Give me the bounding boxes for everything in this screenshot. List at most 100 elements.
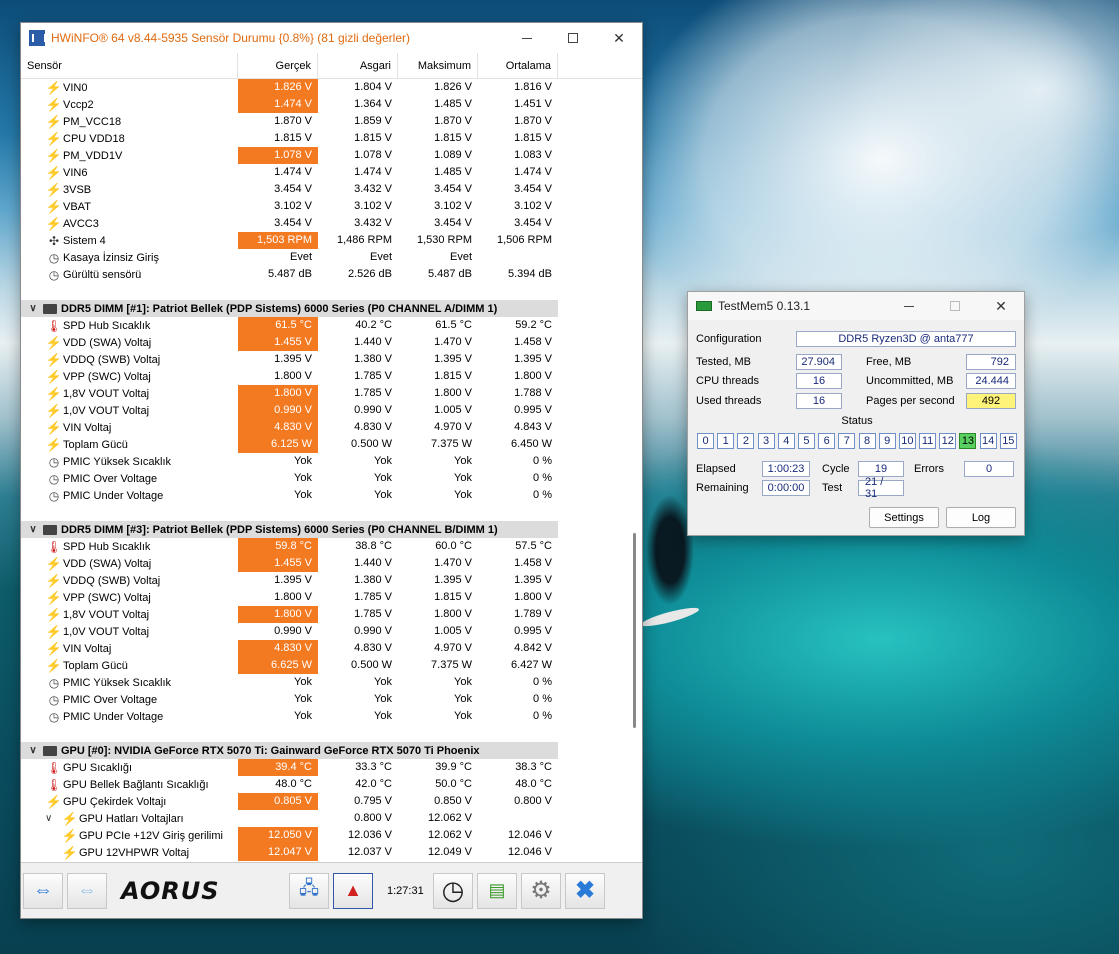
- sensor-name-cell: ⚡ VDDQ (SWB) Voltaj: [21, 353, 238, 367]
- uncommitted-label: Uncommitted, MB: [866, 375, 954, 387]
- sensor-row[interactable]: ◷ PMIC Over Voltage Yok Yok Yok 0 %: [21, 691, 642, 708]
- sensor-row[interactable]: ⚡ 1,0V VOUT Voltaj 0.990 V 0.990 V 1.005 V 0.…: [21, 402, 642, 419]
- sensor-group-header[interactable]: ∨ DDR5 DIMM [#3]: Patriot Bellek (PDP Sis…: [21, 521, 558, 538]
- sensor-row[interactable]: ⚡ Vccp2 1.474 V 1.364 V 1.485 V 1.451 V: [21, 96, 642, 113]
- sensor-row[interactable]: ⚡ VPP (SWC) Voltaj 1.800 V 1.785 V 1.815 V 1.…: [21, 368, 642, 385]
- sensor-row[interactable]: ⚡ Toplam Gücü 6.125 W 0.500 W 7.375 W 6.450 W: [21, 436, 642, 453]
- sensor-row[interactable]: ◷ Kasaya İzinsiz Giriş Evet Evet Evet: [21, 249, 642, 266]
- sensor-row[interactable]: ◷ PMIC Yüksek Sıcaklık Yok Yok Yok 0 %: [21, 674, 642, 691]
- sensor-row[interactable]: ⚡ VBAT 3.102 V 3.102 V 3.102 V 3.102 V: [21, 198, 642, 215]
- expand-all-button[interactable]: ⇔: [23, 872, 63, 909]
- sensor-row[interactable]: ⚡ CPU VDD18 1.815 V 1.815 V 1.815 V 1.815 V: [21, 130, 642, 147]
- tm-minimize-button[interactable]: [886, 292, 932, 320]
- sensor-table[interactable]: Sensör Gerçek Asgari Maksimum Ortalama ⚡…: [21, 53, 642, 863]
- vertical-scrollbar[interactable]: [633, 533, 636, 728]
- testmem-titlebar[interactable]: TestMem5 0.13.1 ✕: [688, 292, 1024, 320]
- lightning-icon: ⚡: [45, 420, 63, 435]
- sensor-row[interactable]: ✣ Sistem 4 1,503 RPM 1,486 RPM 1,530 RPM 1,50…: [21, 232, 642, 249]
- add-report-button[interactable]: ▤: [477, 872, 517, 909]
- sensor-row[interactable]: ⚡ VIN Voltaj 4.830 V 4.830 V 4.970 V 4.842 V: [21, 640, 642, 657]
- close-button[interactable]: ✕: [596, 23, 642, 53]
- sensor-row[interactable]: ⚡ PM_VCC18 1.870 V 1.859 V 1.870 V 1.870 V: [21, 113, 642, 130]
- sensor-min-value: Yok: [374, 455, 392, 467]
- sensor-row[interactable]: ∨ ⚡ GPU Hatları Voltajları 0.800 V 12.062 V: [21, 810, 642, 827]
- sensor-label: PM_VCC18: [63, 115, 122, 128]
- tm-maximize-button[interactable]: [932, 292, 978, 320]
- sensor-avg-value: 0 %: [533, 710, 552, 722]
- sensor-group-header[interactable]: ∨ DDR5 DIMM [#1]: Patriot Bellek (PDP Sis…: [21, 300, 558, 317]
- sensor-max-value: 1.815 V: [434, 370, 472, 382]
- network-button[interactable]: 🖧: [289, 872, 329, 909]
- sensor-row[interactable]: ⚡ VDDQ (SWB) Voltaj 1.395 V 1.380 V 1.395 V 1…: [21, 351, 642, 368]
- chevron-down-icon[interactable]: ∨: [45, 813, 59, 824]
- column-header-minimum[interactable]: Asgari: [318, 53, 398, 78]
- sensor-row[interactable]: ⚡ VDDQ (SWB) Voltaj 1.395 V 1.380 V 1.395 V 1…: [21, 572, 642, 589]
- clock-icon: ◷: [48, 692, 60, 707]
- collapse-all-button[interactable]: ⇔: [67, 872, 107, 909]
- thread-cell: 11: [919, 433, 937, 449]
- reset-timer-button[interactable]: ◷: [433, 872, 473, 909]
- column-header-sensor[interactable]: Sensör: [21, 53, 238, 78]
- sensor-name-cell: ⚡ VPP (SWC) Voltaj: [21, 370, 238, 384]
- hwinfo-titlebar[interactable]: HWiNFO® 64 v8.44-5935 Sensör Durumu {0.8…: [21, 23, 642, 53]
- sensor-avg-value: 1.816 V: [514, 81, 552, 93]
- sensor-row[interactable]: ◷ PMIC Under Voltage Yok Yok Yok 0 %: [21, 708, 642, 725]
- sensor-name-cell: 🌡 GPU Sıcaklığı: [21, 761, 238, 775]
- sensor-label: GPU Bellek Bağlantı Sıcaklığı: [63, 778, 209, 791]
- hwinfo-window[interactable]: HWiNFO® 64 v8.44-5935 Sensör Durumu {0.8…: [20, 22, 643, 919]
- sensor-row[interactable]: ⚡ GPU PCIe +12V Giriş gerilimi 12.050 V 12.…: [21, 827, 642, 844]
- sensor-row[interactable]: ⚡ AVCC3 3.454 V 3.432 V 3.454 V 3.454 V: [21, 215, 642, 232]
- sensor-row[interactable]: ◷ Gürültü sensörü 5.487 dB 2.526 dB 5.487 dB…: [21, 266, 642, 283]
- sensor-row[interactable]: 🌡 GPU Bellek Bağlantı Sıcaklığı 48.0 °C 42.…: [21, 776, 642, 793]
- sensor-row[interactable]: ⚡ 1,0V VOUT Voltaj 0.990 V 0.990 V 1.005 V 0.…: [21, 623, 642, 640]
- sensor-group-header[interactable]: ∨ GPU [#0]: NVIDIA GeForce RTX 5070 Ti: G…: [21, 742, 558, 759]
- sensor-row[interactable]: ⚡ 1,8V VOUT Voltaj 1.800 V 1.785 V 1.800 V 1.…: [21, 606, 642, 623]
- sensor-avg-value: 1.458 V: [514, 557, 552, 569]
- exit-button[interactable]: ✖: [565, 872, 605, 909]
- cpu-threads-label: CPU threads: [696, 375, 759, 387]
- sensor-label: VIN Voltaj: [63, 421, 112, 434]
- sensor-row[interactable]: ⚡ 3VSB 3.454 V 3.432 V 3.454 V 3.454 V: [21, 181, 642, 198]
- chevron-down-icon[interactable]: ∨: [25, 524, 41, 535]
- sensor-row[interactable]: ⚡ GPU 12VHPWR Voltaj 12.047 V 12.037 V 12.04…: [21, 844, 642, 861]
- sensor-row[interactable]: 🌡 SPD Hub Sıcaklık 59.8 °C 38.8 °C 60.0 °C 57…: [21, 538, 642, 555]
- column-header-average[interactable]: Ortalama: [478, 53, 558, 78]
- sensor-row[interactable]: ⚡ VIN6 1.474 V 1.474 V 1.485 V 1.474 V: [21, 164, 642, 181]
- minimize-button[interactable]: [504, 23, 550, 53]
- sensor-row[interactable]: ⚡ VPP (SWC) Voltaj 1.800 V 1.785 V 1.815 V 1.…: [21, 589, 642, 606]
- free-label: Free, MB: [866, 356, 912, 368]
- sensor-row[interactable]: ⚡ PM_VDD1V 1.078 V 1.078 V 1.089 V 1.083 V: [21, 147, 642, 164]
- column-header-maximum[interactable]: Maksimum: [398, 53, 478, 78]
- maximize-button[interactable]: [550, 23, 596, 53]
- sensor-row[interactable]: ⚡ VDD (SWA) Voltaj 1.455 V 1.440 V 1.470 V 1.…: [21, 334, 642, 351]
- logging-button[interactable]: ▲: [333, 872, 373, 909]
- sensor-current-value: 1.826 V: [238, 79, 318, 96]
- sensor-current-value: 4.830 V: [238, 640, 318, 657]
- chevron-down-icon[interactable]: ∨: [25, 303, 41, 314]
- sensor-row[interactable]: 🌡 GPU Sıcaklığı 39.4 °C 33.3 °C 39.9 °C 38.3 …: [21, 759, 642, 776]
- sensor-label: PMIC Yüksek Sıcaklık: [63, 676, 171, 689]
- chevron-down-icon[interactable]: ∨: [25, 745, 41, 756]
- sensor-row[interactable]: ◷ PMIC Over Voltage Yok Yok Yok 0 %: [21, 470, 642, 487]
- errors-value: 0: [964, 461, 1014, 477]
- log-button[interactable]: Log: [946, 507, 1016, 528]
- sensor-current-value: 1.870 V: [274, 115, 312, 127]
- sensor-name-cell: ⚡ 1,0V VOUT Voltaj: [21, 625, 238, 639]
- sensor-row[interactable]: ⚡ 1,8V VOUT Voltaj 1.800 V 1.785 V 1.800 V 1.…: [21, 385, 642, 402]
- sensor-row[interactable]: ⚡ GPU Çekirdek Voltajı 0.805 V 0.795 V 0.850…: [21, 793, 642, 810]
- sensor-row[interactable]: ⚡ Toplam Gücü 6.625 W 0.500 W 7.375 W 6.427 W: [21, 657, 642, 674]
- column-header-current[interactable]: Gerçek: [238, 53, 318, 78]
- tm-close-button[interactable]: ✕: [978, 292, 1024, 320]
- sensor-row[interactable]: ⚡ VIN Voltaj 4.830 V 4.830 V 4.970 V 4.843 V: [21, 419, 642, 436]
- sensor-name-cell: ◷ PMIC Yüksek Sıcaklık: [21, 676, 238, 690]
- settings-button-tm[interactable]: Settings: [869, 507, 939, 528]
- sensor-row[interactable]: ⚡ VIN0 1.826 V 1.804 V 1.826 V 1.816 V: [21, 79, 642, 96]
- sensor-current-value: Evet: [289, 251, 312, 263]
- settings-button[interactable]: ⚙: [521, 872, 561, 909]
- sensor-row[interactable]: ⚡ VDD (SWA) Voltaj 1.455 V 1.440 V 1.470 V 1.…: [21, 555, 642, 572]
- sensor-row[interactable]: ◷ PMIC Under Voltage Yok Yok Yok 0 %: [21, 487, 642, 504]
- sensor-row[interactable]: 🌡 SPD Hub Sıcaklık 61.5 °C 40.2 °C 61.5 °C 59…: [21, 317, 642, 334]
- sensor-row[interactable]: ◷ PMIC Yüksek Sıcaklık Yok Yok Yok 0 %: [21, 453, 642, 470]
- testmem-window[interactable]: TestMem5 0.13.1 ✕ Configuration DDR5 Ryz…: [687, 291, 1025, 536]
- used-threads-value: 16: [796, 393, 842, 409]
